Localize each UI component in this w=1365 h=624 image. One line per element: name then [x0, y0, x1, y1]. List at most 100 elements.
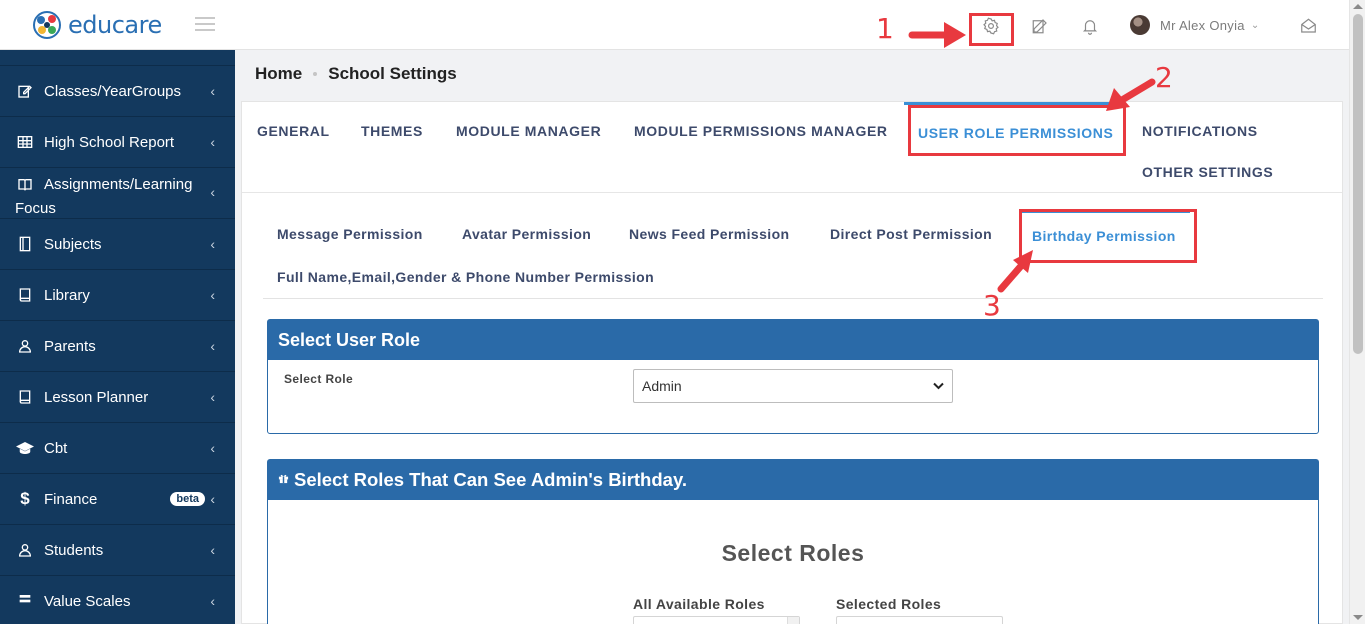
subtab-avatar-permission[interactable]: Avatar Permission: [462, 226, 591, 242]
bell-icon[interactable]: [1079, 15, 1101, 37]
breadcrumb: Home School Settings: [255, 64, 457, 84]
available-roles-label: All Available Roles: [633, 596, 765, 612]
chevron-down-icon: [933, 379, 944, 393]
annotation-box-settings: [969, 13, 1014, 46]
user-menu[interactable]: Mr Alex Onyia ⌄: [1130, 15, 1259, 35]
select-user-role-panel: Select User Role Select Role Admin: [267, 319, 1319, 434]
logo-icon: [32, 10, 62, 40]
beta-badge: beta: [170, 492, 205, 506]
annotation-arrow-2: [1106, 78, 1156, 111]
top-bar: educare Mr Alex Onyia ⌄: [0, 0, 1349, 50]
chevron-down-icon: ⌄: [1250, 19, 1260, 31]
scroll-up-icon[interactable]: [1353, 4, 1363, 9]
sidebar-item-subjects[interactable]: Subjects ‹: [0, 219, 235, 270]
book-icon: [15, 177, 35, 193]
sidebar-item-label: Lesson Planner: [44, 388, 149, 406]
sidebar-item-label: High School Report: [44, 133, 175, 151]
sidebar-item-classes[interactable]: Classes/YearGroups ‹: [0, 66, 235, 117]
settings-card: GENERAL THEMES MODULE MANAGER MODULE PER…: [241, 101, 1343, 624]
sidebar-item-label: Library: [44, 286, 90, 304]
sidebar-item-label: Finance: [44, 490, 98, 508]
subtabs-divider: [263, 298, 1323, 299]
sidebar-item-students[interactable]: Students ‹: [0, 525, 235, 576]
tab-notifications[interactable]: NOTIFICATIONS: [1142, 123, 1258, 139]
logo-text: educare: [68, 11, 162, 39]
panel-title: Select User Role: [268, 320, 1318, 360]
subjects-icon: [15, 236, 35, 252]
tabs-divider: [242, 192, 1342, 193]
sidebar-item-cbt[interactable]: Cbt ‹: [0, 423, 235, 474]
avatar: [1130, 15, 1150, 35]
chevron-left-icon: ‹: [210, 593, 215, 609]
table-icon: [15, 135, 35, 149]
mail-icon[interactable]: [1297, 15, 1319, 37]
chevron-left-icon: ‹: [210, 83, 215, 99]
tab-themes[interactable]: THEMES: [361, 123, 423, 139]
sidebar-item-assignments[interactable]: Assignments/Learning Focus ‹: [0, 168, 235, 219]
sidebar-item-lesson-planner[interactable]: Lesson Planner ‹: [0, 372, 235, 423]
subtab-message-permission[interactable]: Message Permission: [277, 226, 423, 242]
chevron-left-icon: ‹: [210, 338, 215, 354]
chevron-left-icon: ‹: [210, 440, 215, 456]
chevron-left-icon: ‹: [210, 287, 215, 303]
chevron-left-icon: ‹: [210, 134, 215, 150]
subtab-news-feed-permission[interactable]: News Feed Permission: [629, 226, 790, 242]
chevron-left-icon: ‹: [210, 236, 215, 252]
subtab-direct-post-permission[interactable]: Direct Post Permission: [830, 226, 992, 242]
annotation-box-birthday-permission: [1019, 209, 1197, 263]
sidebar-item-value-scales[interactable]: Value Scales ‹: [0, 576, 235, 624]
edit-icon[interactable]: [1029, 15, 1051, 37]
sidebar-item-label-line2: Focus: [15, 200, 56, 217]
birthday-panel-title: Select Roles That Can See Admin's Birthd…: [294, 469, 687, 490]
user-icon: [15, 542, 35, 558]
planner-icon: [15, 389, 35, 405]
library-icon: [15, 287, 35, 303]
sidebar-item-label: Parents: [44, 337, 96, 355]
sidebar-item-label: Value Scales: [44, 592, 131, 610]
birthday-panel-header: Select Roles That Can See Admin's Birthd…: [268, 460, 1318, 500]
breadcrumb-home[interactable]: Home: [255, 64, 302, 84]
available-roles-list[interactable]: [633, 616, 800, 624]
tab-other-settings[interactable]: OTHER SETTINGS: [1142, 164, 1273, 180]
user-icon: [15, 338, 35, 354]
logo[interactable]: educare: [32, 10, 162, 40]
scroll-down-icon[interactable]: [1353, 615, 1363, 620]
annotation-arrow-1: [908, 22, 966, 48]
scroll-thumb[interactable]: [1353, 14, 1363, 354]
sidebar-item-high-school-report[interactable]: High School Report ‹: [0, 117, 235, 168]
tab-general[interactable]: GENERAL: [257, 123, 330, 139]
menu-toggle-icon[interactable]: [195, 17, 215, 31]
breadcrumb-separator: [313, 72, 318, 76]
edit-icon: [15, 83, 35, 99]
role-select-value: Admin: [642, 378, 682, 394]
tab-module-permissions-manager[interactable]: MODULE PERMISSIONS MANAGER: [634, 123, 888, 139]
user-name: Mr Alex Onyia: [1160, 17, 1245, 33]
gift-icon: [278, 473, 289, 487]
sidebar-item-label: Cbt: [44, 439, 68, 457]
dollar-icon: $: [20, 489, 30, 508]
sidebar-item-finance[interactable]: $ Finance beta ‹: [0, 474, 235, 525]
tab-module-manager[interactable]: MODULE MANAGER: [456, 123, 601, 139]
chevron-left-icon: ‹: [210, 184, 215, 200]
page-scrollbar[interactable]: [1349, 0, 1365, 624]
subtab-personal-info-permission[interactable]: Full Name,Email,Gender & Phone Number Pe…: [277, 269, 654, 285]
annotation-arrow-3: [997, 250, 1033, 293]
sidebar-item-parents[interactable]: Parents ‹: [0, 321, 235, 372]
annotation-number-1: 1: [876, 12, 894, 45]
chevron-left-icon: ‹: [210, 491, 215, 507]
selected-roles-label: Selected Roles: [836, 596, 942, 612]
select-role-label: Select Role: [284, 372, 354, 386]
selected-roles-list[interactable]: [836, 616, 1003, 624]
sidebar-item-label: Students: [44, 541, 104, 559]
birthday-roles-panel: Select Roles That Can See Admin's Birthd…: [267, 459, 1319, 624]
list-scrollbar[interactable]: [787, 617, 799, 624]
sidebar-item-label: Classes/YearGroups: [44, 82, 182, 100]
role-select[interactable]: Admin: [633, 369, 953, 403]
breadcrumb-current: School Settings: [328, 64, 457, 83]
chevron-left-icon: ‹: [210, 542, 215, 558]
sidebar-top-spacer: [0, 50, 235, 66]
annotation-box-user-role-permissions: [908, 105, 1126, 156]
select-roles-heading: Select Roles: [721, 540, 865, 566]
scale-icon: [15, 593, 35, 609]
sidebar-item-library[interactable]: Library ‹: [0, 270, 235, 321]
